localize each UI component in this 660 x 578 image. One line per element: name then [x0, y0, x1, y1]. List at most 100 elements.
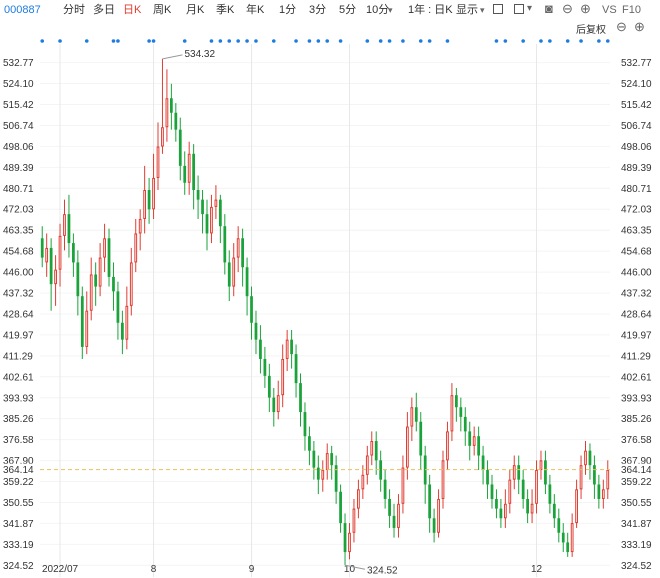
candle-body-down — [330, 453, 334, 466]
f10-button[interactable]: F10 — [622, 3, 641, 17]
candle-body-down — [561, 532, 565, 543]
candle-body-up — [54, 269, 57, 285]
event-markers — [40, 39, 610, 43]
candle-body-up — [187, 153, 191, 183]
candle-body-down — [459, 407, 463, 417]
vs-button[interactable]: VS — [602, 3, 617, 17]
candle — [161, 58, 164, 154]
candle — [352, 498, 356, 543]
y-tick-label-left: 437.32 — [3, 289, 34, 300]
range-select[interactable]: 1年 : 日K — [408, 3, 453, 17]
candle-body-up — [406, 426, 409, 468]
candle-body-down — [241, 238, 244, 268]
candle-body-up — [134, 233, 138, 263]
candle — [272, 387, 276, 427]
candle-body-up — [165, 98, 169, 128]
candle-body-down — [392, 515, 396, 528]
y-tick-label-right: 428.64 — [621, 309, 652, 320]
candle — [544, 450, 547, 495]
candle — [446, 421, 449, 470]
checkbox-icon[interactable] — [514, 4, 524, 14]
candle-body-up — [281, 358, 285, 396]
candle-body-down — [49, 247, 53, 285]
candle-body-down — [588, 450, 592, 466]
minus-icon[interactable]: ⊖ — [616, 20, 627, 34]
camera-icon[interactable]: ◙ — [545, 1, 553, 17]
candle — [80, 286, 84, 359]
y-tick-label-left: 489.39 — [3, 163, 34, 174]
candle — [210, 194, 213, 244]
stock-code[interactable]: 000887 — [4, 3, 41, 17]
candle-body-down — [76, 262, 80, 297]
candle-body-down — [116, 291, 120, 323]
candle-body-down — [263, 358, 267, 376]
candle-body-down — [517, 465, 521, 480]
tab-5min[interactable]: 5分 — [339, 3, 356, 17]
candle — [472, 426, 476, 456]
chevron-down-icon[interactable]: ▾ — [480, 3, 485, 17]
tab-1min[interactable]: 1分 — [279, 3, 296, 17]
kline-chart[interactable]: 532.77 532.77 524.10 524.10 515.42 515.42 506.… — [0, 20, 660, 578]
tab-duori[interactable]: 多日 — [93, 3, 115, 17]
tab-fenshi[interactable]: 分时 — [63, 3, 85, 17]
y-tick-label-right: 333.19 — [621, 540, 652, 551]
y-tick-label-right: 437.32 — [621, 289, 652, 300]
tab-monthly-k[interactable]: 月K — [186, 3, 204, 17]
candle-body-down — [544, 460, 547, 485]
event-marker-dot — [378, 39, 383, 43]
event-marker-dot — [209, 39, 214, 43]
candle — [437, 489, 440, 538]
candle-body-up — [85, 310, 89, 347]
candle — [254, 310, 258, 355]
candle-body-down — [178, 129, 182, 166]
candle — [290, 330, 293, 369]
candle-body-up — [570, 523, 574, 553]
candle — [201, 190, 204, 234]
candle — [129, 247, 133, 316]
candle — [481, 445, 485, 485]
candle — [397, 494, 400, 538]
display-menu[interactable]: 显示 — [456, 3, 478, 17]
candle — [588, 443, 592, 480]
event-marker-dot — [597, 39, 601, 43]
adjust-label[interactable]: 后复权 — [576, 21, 606, 36]
zoom-out-icon[interactable]: ⊖ — [562, 1, 573, 17]
current-price-label-left: 364.14 — [3, 465, 34, 476]
candle-body-up — [397, 503, 400, 528]
candle — [103, 223, 106, 273]
candle — [67, 194, 71, 258]
tab-quarterly-k[interactable]: 季K — [216, 3, 234, 17]
plus-icon[interactable]: ⊕ — [634, 20, 645, 34]
current-price-label-right: 364.14 — [621, 465, 652, 476]
zoom-in-icon[interactable]: ⊕ — [580, 1, 591, 17]
chevron-down-icon[interactable]: ▾ — [388, 3, 393, 17]
candle-body-up — [276, 395, 280, 413]
candle-body-up — [361, 474, 365, 490]
tab-daily-k[interactable]: 日K — [123, 3, 141, 17]
candle — [428, 474, 432, 533]
candle-body-down — [201, 199, 204, 215]
tab-yearly-k[interactable]: 年K — [246, 3, 264, 17]
settings-icon[interactable]: ▾ — [527, 1, 532, 17]
candle — [156, 122, 160, 190]
candle-body-down — [490, 484, 494, 499]
tab-10min[interactable]: 10分 — [366, 3, 389, 17]
candle-body-up — [584, 450, 587, 466]
candle — [169, 83, 173, 130]
candle — [308, 426, 311, 466]
tab-weekly-k[interactable]: 周K — [153, 3, 171, 17]
candle — [325, 443, 329, 480]
candle — [236, 226, 240, 273]
candle — [392, 503, 396, 538]
candle — [535, 460, 538, 514]
y-tick-label-left: 393.93 — [3, 393, 34, 404]
checkbox-icon[interactable] — [493, 4, 503, 14]
event-marker-dot — [387, 39, 392, 43]
candle-body-down — [486, 470, 489, 485]
candle — [490, 474, 494, 509]
event-marker-dot — [58, 39, 62, 43]
tab-3min[interactable]: 3分 — [309, 3, 326, 17]
candle — [441, 450, 445, 509]
event-marker-dot — [151, 39, 156, 43]
candle-body-up — [89, 274, 93, 311]
